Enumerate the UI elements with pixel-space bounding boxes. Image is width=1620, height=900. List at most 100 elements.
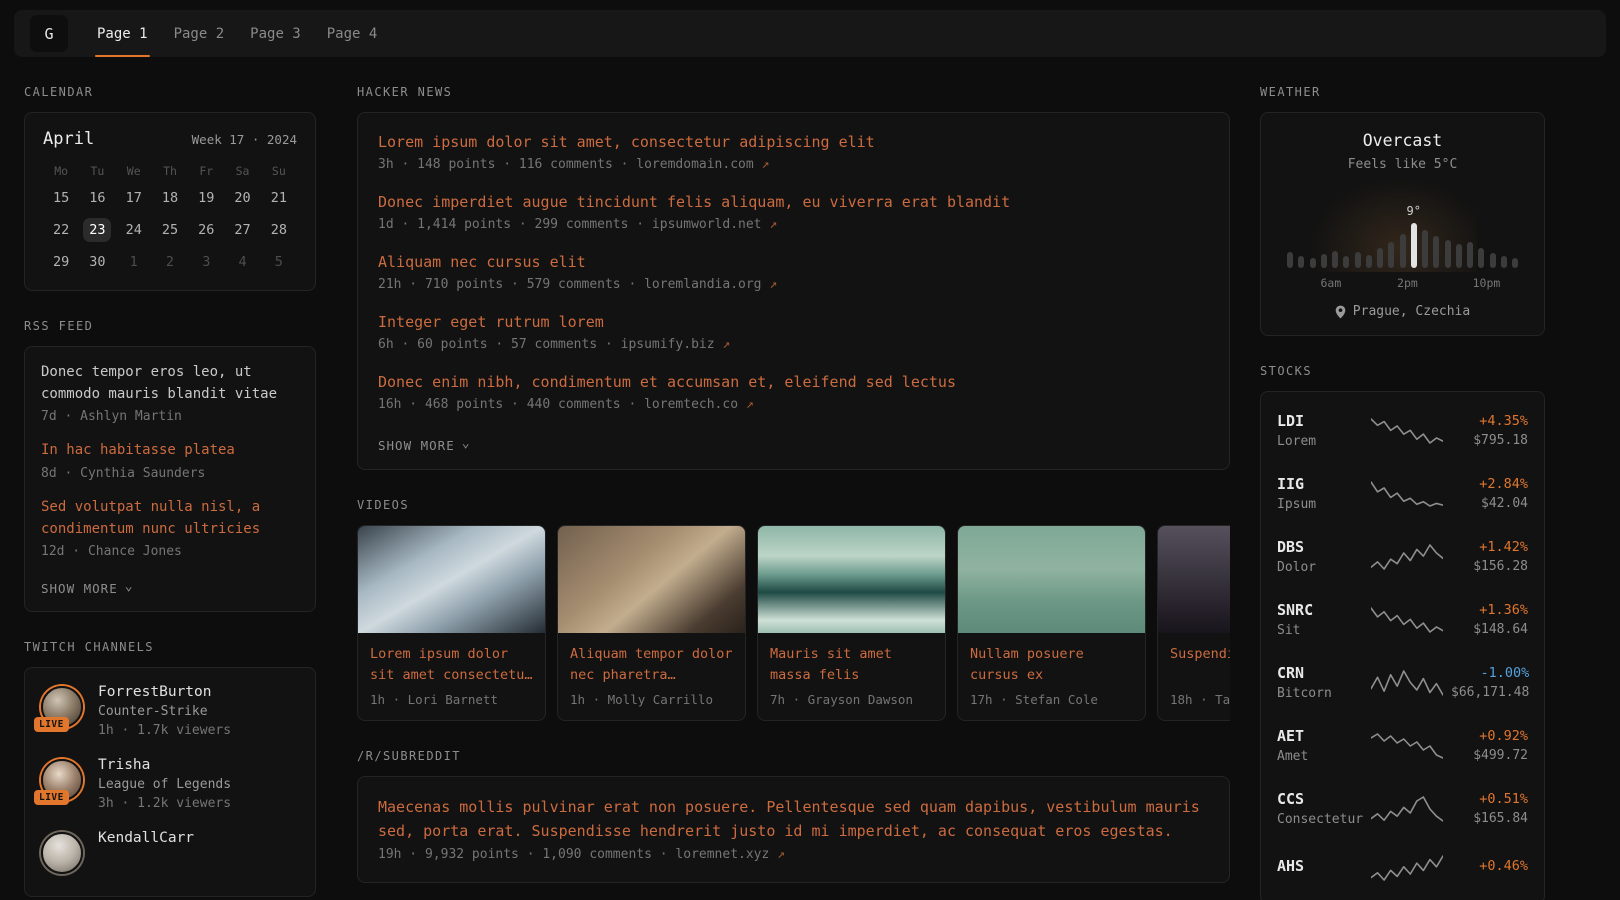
hn-item-title[interactable]: Integer eget rutrum lorem xyxy=(378,312,1209,333)
stock-values: -1.00% $66,171.48 xyxy=(1451,665,1529,700)
rss-item: In hac habitasse platea 8d · Cynthia Sau… xyxy=(41,440,299,481)
stock-identity: IIG Ipsum xyxy=(1277,475,1363,512)
stock-values: +0.92% $499.72 xyxy=(1451,728,1528,763)
video-card[interactable]: Suspendisse diam 18h · Tara xyxy=(1157,525,1230,721)
video-title[interactable]: Nullam posuere cursus ex xyxy=(970,644,1133,686)
hn-item-title[interactable]: Lorem ipsum dolor sit amet, consectetur … xyxy=(378,132,1209,153)
tab-page-1[interactable]: Page 1 xyxy=(84,10,161,57)
hn-item-title[interactable]: Donec imperdiet augue tincidunt felis al… xyxy=(378,192,1209,213)
video-thumbnail[interactable] xyxy=(558,526,745,633)
twitch-channel-game: Counter-Strike xyxy=(98,704,231,719)
twitch-avatar-wrap xyxy=(41,832,83,874)
calendar-dow: Tu xyxy=(90,164,104,178)
video-thumbnail[interactable] xyxy=(958,526,1145,633)
stock-identity: CRN Bitcorn xyxy=(1277,664,1363,701)
external-link-icon[interactable]: ↗ xyxy=(769,277,777,292)
calendar-day: 16 xyxy=(83,186,111,210)
twitch-channel-name[interactable]: KendallCarr xyxy=(98,830,194,846)
weather-hourly-chart: 9° xyxy=(1279,200,1526,268)
twitch-channel-name[interactable]: ForrestBurton xyxy=(98,684,231,700)
stock-row[interactable]: DBS Dolor +1.42% $156.28 xyxy=(1277,525,1528,588)
twitch-avatar-wrap: LIVE xyxy=(41,686,83,728)
stock-sparkline xyxy=(1371,731,1443,761)
stocks-section-title: STOCKS xyxy=(1260,364,1545,378)
video-title[interactable]: Aliquam tempor dolor nec pharetra… xyxy=(570,644,733,686)
rss-item-title[interactable]: In hac habitasse platea xyxy=(41,440,299,462)
video-thumbnail[interactable] xyxy=(1158,526,1230,633)
stock-row[interactable]: IIG Ipsum +2.84% $42.04 xyxy=(1277,462,1528,525)
video-card[interactable]: Aliquam tempor dolor nec pharetra… 1h · … xyxy=(557,525,746,721)
weather-widget: Overcast Feels like 5°C 9° 6am 2pm 10pm … xyxy=(1260,112,1545,336)
stock-identity: AHS xyxy=(1277,857,1363,879)
stock-row[interactable]: CCS Consectetur +0.51% $165.84 xyxy=(1277,777,1528,840)
show-more-label: SHOW MORE xyxy=(378,438,455,453)
twitch-channel[interactable]: LIVE Trisha League of Legends 3h · 1.2k … xyxy=(41,757,299,811)
weather-bar xyxy=(1478,248,1484,268)
tab-page-3[interactable]: Page 3 xyxy=(237,10,314,57)
stock-sparkline xyxy=(1371,542,1443,572)
external-link-icon[interactable]: ↗ xyxy=(746,397,754,412)
stock-name: Sit xyxy=(1277,623,1363,638)
weather-location[interactable]: Prague, Czechia xyxy=(1279,304,1526,319)
tab-page-2[interactable]: Page 2 xyxy=(161,10,238,57)
twitch-channel-name[interactable]: Trisha xyxy=(98,757,231,773)
video-thumbnail[interactable] xyxy=(758,526,945,633)
external-link-icon[interactable]: ↗ xyxy=(762,157,770,172)
video-card[interactable]: Lorem ipsum dolor sit amet consectetu… 1… xyxy=(357,525,546,721)
left-column: CALENDAR April Week 17 · 2024 Mo Tu We T… xyxy=(24,57,316,897)
video-thumbnail[interactable] xyxy=(358,526,545,633)
hn-meta-text: 21h · 710 points · 579 comments · loreml… xyxy=(378,277,762,292)
hn-item-title[interactable]: Aliquam nec cursus elit xyxy=(378,252,1209,273)
stock-row[interactable]: CRN Bitcorn -1.00% $66,171.48 xyxy=(1277,651,1528,714)
calendar-day-next-month: 2 xyxy=(156,250,184,274)
tab-page-4[interactable]: Page 4 xyxy=(314,10,391,57)
weather-bar xyxy=(1512,258,1518,268)
twitch-channel[interactable]: KendallCarr xyxy=(41,830,299,874)
stock-row[interactable]: AHS +0.46% xyxy=(1277,840,1528,896)
stock-row[interactable]: SNRC Sit +1.36% $148.64 xyxy=(1277,588,1528,651)
calendar-day: 19 xyxy=(192,186,220,210)
rss-item-title[interactable]: Donec tempor eros leo, ut commodo mauris… xyxy=(41,362,299,405)
stock-change: +4.35% xyxy=(1451,413,1528,429)
subreddit-post-title[interactable]: Maecenas mollis pulvinar erat non posuer… xyxy=(378,795,1209,843)
twitch-channel[interactable]: LIVE ForrestBurton Counter-Strike 1h · 1… xyxy=(41,684,299,738)
weather-bar xyxy=(1321,254,1327,268)
rss-item-title[interactable]: Sed volutpat nulla nisl, a condimentum n… xyxy=(41,497,299,540)
calendar-dow: Sa xyxy=(236,164,250,178)
stock-change: -1.00% xyxy=(1451,665,1529,681)
video-meta: 17h · Stefan Cole xyxy=(970,692,1133,707)
show-more-label: SHOW MORE xyxy=(41,581,118,596)
external-link-icon[interactable]: ↗ xyxy=(722,337,730,352)
hn-item-title[interactable]: Donec enim nibh, condimentum et accumsan… xyxy=(378,372,1209,393)
rss-show-more-button[interactable]: SHOW MORE ⌄ xyxy=(41,581,134,596)
video-card[interactable]: Nullam posuere cursus ex 17h · Stefan Co… xyxy=(957,525,1146,721)
calendar-dow: Th xyxy=(163,164,177,178)
calendar-day: 27 xyxy=(229,218,257,242)
video-title[interactable]: Suspendisse diam xyxy=(1170,644,1230,686)
video-title[interactable]: Lorem ipsum dolor sit amet consectetu… xyxy=(370,644,533,686)
stock-symbol: DBS xyxy=(1277,538,1363,556)
subreddit-post: Maecenas mollis pulvinar erat non posuer… xyxy=(378,795,1209,862)
calendar-day: 18 xyxy=(156,186,184,210)
external-link-icon[interactable]: ↗ xyxy=(777,847,785,862)
stock-name: Ipsum xyxy=(1277,497,1363,512)
rss-item: Sed volutpat nulla nisl, a condimentum n… xyxy=(41,497,299,559)
video-card-body: Mauris sit amet massa felis 7h · Grayson… xyxy=(758,633,945,720)
stock-price: $499.72 xyxy=(1451,748,1528,763)
calendar-dow: Fr xyxy=(199,164,213,178)
stock-symbol: AHS xyxy=(1277,857,1363,875)
calendar-header: April Week 17 · 2024 xyxy=(43,129,297,149)
stock-row[interactable]: AET Amet +0.92% $499.72 xyxy=(1277,714,1528,777)
external-link-icon[interactable]: ↗ xyxy=(769,217,777,232)
page-tabs: Page 1 Page 2 Page 3 Page 4 xyxy=(84,10,390,57)
stock-row[interactable]: LDI Lorem +4.35% $795.18 xyxy=(1277,399,1528,462)
video-title[interactable]: Mauris sit amet massa felis xyxy=(770,644,933,686)
app-logo[interactable]: G xyxy=(30,15,68,52)
video-card[interactable]: Mauris sit amet massa felis 7h · Grayson… xyxy=(757,525,946,721)
video-meta: 1h · Molly Carrillo xyxy=(570,692,733,707)
calendar-day: 29 xyxy=(47,250,75,274)
stocks-widget: LDI Lorem +4.35% $795.18 IIG Ipsum +2.84… xyxy=(1260,391,1545,900)
hn-show-more-button[interactable]: SHOW MORE ⌄ xyxy=(378,438,471,453)
calendar-month: April xyxy=(43,129,94,149)
stock-name: Bitcorn xyxy=(1277,686,1363,701)
